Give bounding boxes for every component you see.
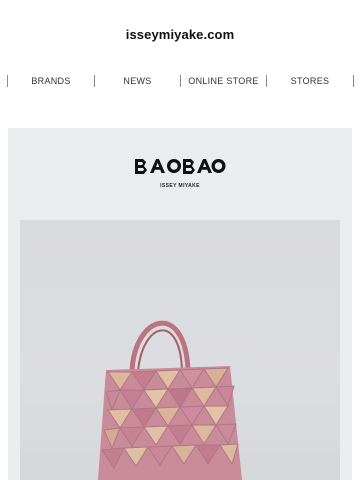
site-title-link[interactable]: isseymiyake.com: [126, 27, 234, 42]
nav-item-brands[interactable]: BRANDS: [8, 76, 94, 86]
main-nav: BRANDS NEWS ONLINE STORE STORES: [0, 73, 360, 89]
tote-bag-illustration: [98, 320, 242, 480]
logo-subtitle: ISSEY MIYAKE: [160, 183, 200, 189]
site-header: isseymiyake.com: [0, 0, 360, 72]
nav-item-online-store[interactable]: ONLINE STORE: [181, 76, 266, 86]
baobao-logo: [135, 159, 226, 174]
nav-item-news[interactable]: NEWS: [95, 76, 180, 86]
feature-banner[interactable]: ISSEY MIYAKE: [8, 128, 352, 480]
product-image[interactable]: [20, 220, 340, 480]
nav-item-stores[interactable]: STORES: [267, 76, 353, 86]
nav-divider: [353, 75, 354, 87]
